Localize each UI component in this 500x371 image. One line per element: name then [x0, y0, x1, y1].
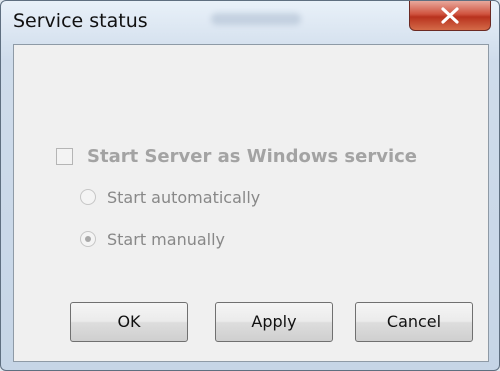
windows-service-checkbox[interactable] [56, 147, 73, 165]
apply-button[interactable]: Apply [215, 302, 333, 342]
windows-service-checkbox-label: Start Server as Windows service [87, 145, 418, 167]
close-icon [441, 7, 459, 24]
dialog-content: Start Server as Windows service Start au… [13, 44, 489, 362]
start-automatically-radio[interactable] [80, 189, 96, 205]
start-manually-label: Start manually [107, 229, 226, 249]
cancel-button[interactable]: Cancel [355, 302, 473, 342]
service-status-dialog: Service status Start Server as Windows s… [0, 0, 500, 371]
start-manually-radio[interactable] [80, 231, 96, 247]
background-blur [211, 13, 301, 25]
window-title: Service status [13, 10, 148, 32]
start-automatically-option[interactable]: Start automatically [80, 185, 260, 209]
start-automatically-label: Start automatically [107, 187, 261, 207]
ok-button[interactable]: OK [70, 302, 188, 342]
title-bar[interactable]: Service status [1, 1, 499, 41]
start-manually-option[interactable]: Start manually [80, 227, 225, 251]
close-button[interactable] [409, 1, 491, 31]
windows-service-option[interactable]: Start Server as Windows service [56, 144, 417, 168]
